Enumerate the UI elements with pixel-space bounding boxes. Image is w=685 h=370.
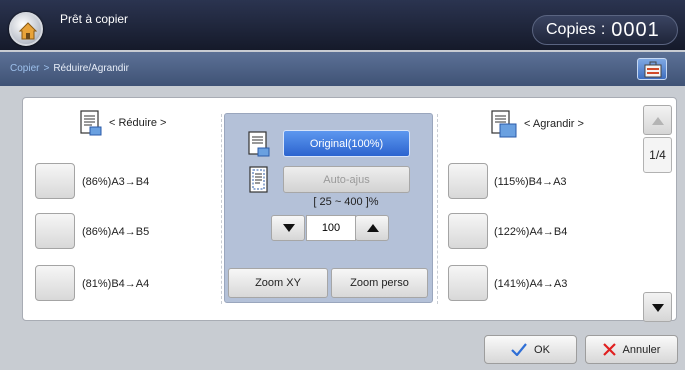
copies-separator: : [600, 21, 606, 38]
scroll-down-button[interactable] [643, 292, 672, 322]
ok-button[interactable]: OK [484, 335, 577, 364]
enlarge-option-2-label: (122%)A4→B4 [494, 226, 568, 238]
breadcrumb-bar: Copier > Réduire/Agrandir [0, 52, 685, 86]
copies-label: Copies [546, 21, 596, 38]
home-button[interactable] [9, 12, 43, 46]
chevron-up-icon [652, 117, 664, 125]
status-text: Prêt à copier [60, 12, 129, 26]
x-icon [602, 343, 616, 356]
arrow-down-icon [283, 224, 295, 232]
enlarge-option-3-label: (141%)A4→A3 [494, 278, 568, 290]
enlarge-heading: < Agrandir > [491, 110, 584, 138]
zoom-value-field[interactable]: 100 [306, 215, 356, 241]
cancel-label: Annuler [622, 343, 661, 356]
chevron-down-icon [652, 304, 664, 312]
zoom-increase-button[interactable] [355, 215, 389, 241]
page-indicator: 1/4 [643, 137, 672, 173]
enlarge-option-1-button[interactable] [448, 163, 488, 199]
enlarge-heading-label: < Agrandir > [524, 118, 584, 130]
copies-counter[interactable]: Copies : 0001 [532, 15, 678, 45]
reduce-option-2-button[interactable] [35, 213, 75, 249]
breadcrumb-separator: > [43, 63, 50, 74]
scroll-up-button[interactable] [643, 105, 672, 135]
arrow-up-icon [367, 224, 379, 232]
enlarge-option-1-label: (115%)B4→A3 [494, 176, 567, 188]
divider-right [437, 114, 438, 304]
document-reduce-icon [80, 110, 102, 136]
reduce-option-2-label: (86%)A4→B5 [82, 226, 150, 238]
home-icon [18, 22, 38, 40]
zoom-xy-button[interactable]: Zoom XY [228, 268, 328, 298]
reduce-option-1-label: (86%)A3→B4 [82, 176, 150, 188]
top-header: Prêt à copier Copies : 0001 [0, 0, 685, 50]
zoom-decrease-button[interactable] [271, 215, 305, 241]
menu-button[interactable] [637, 58, 667, 80]
document-enlarge-icon [491, 110, 517, 138]
cancel-button[interactable]: Annuler [585, 335, 678, 364]
auto-fit-button[interactable]: Auto-ajus [283, 166, 410, 193]
enlarge-option-2-button[interactable] [448, 213, 488, 249]
zoom-custom-button[interactable]: Zoom perso [331, 268, 428, 298]
reduce-heading: < Réduire > [80, 110, 166, 136]
breadcrumb-current: Réduire/Agrandir [53, 63, 129, 74]
check-icon [511, 343, 527, 356]
reduce-option-1-button[interactable] [35, 163, 75, 199]
breadcrumb-parent[interactable]: Copier [10, 63, 39, 74]
auto-fit-doc-icon [249, 166, 268, 193]
reduce-option-3-button[interactable] [35, 265, 75, 301]
enlarge-option-3-button[interactable] [448, 265, 488, 301]
copies-value: 0001 [611, 18, 660, 41]
ok-label: OK [534, 343, 550, 356]
divider-left [221, 114, 222, 304]
original-100-button[interactable]: Original(100%) [283, 130, 410, 157]
original-doc-icon [248, 131, 270, 157]
reduce-heading-label: < Réduire > [109, 117, 167, 129]
zoom-range-text: [ 25 ~ 400 ]% [313, 196, 379, 208]
breadcrumb: Copier > Réduire/Agrandir [10, 63, 129, 74]
reduce-option-3-label: (81%)B4→A4 [82, 278, 150, 290]
menu-icon [644, 61, 662, 78]
